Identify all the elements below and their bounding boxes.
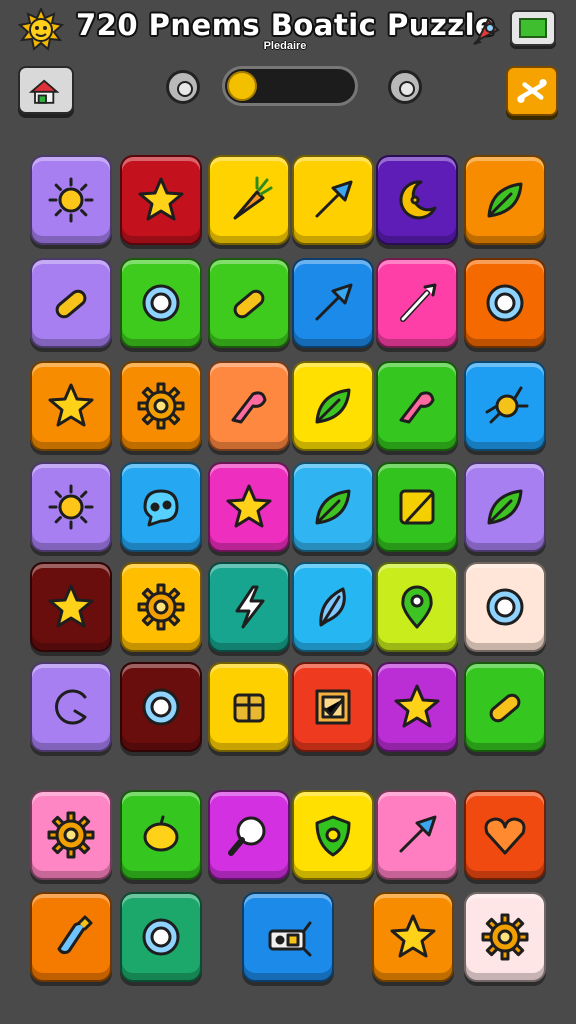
tile-magnifier[interactable] <box>208 790 290 880</box>
ring-icon <box>486 588 524 626</box>
tile-hook[interactable] <box>208 361 290 451</box>
star-icon <box>138 177 184 221</box>
star-icon <box>48 383 94 427</box>
bolt-icon <box>235 585 265 629</box>
tile-leaf[interactable] <box>292 361 374 451</box>
tile-sun[interactable] <box>30 462 112 552</box>
ring-icon <box>486 284 524 322</box>
tile-ring[interactable] <box>120 258 202 348</box>
lemon-icon <box>143 815 179 852</box>
swirl-icon <box>55 689 87 725</box>
magnifier-icon <box>228 816 266 856</box>
gear-icon <box>137 583 185 631</box>
tile-leaf[interactable] <box>464 462 546 552</box>
tile-bottle[interactable] <box>30 892 112 982</box>
hook-icon <box>231 391 267 424</box>
tile-leaf[interactable] <box>464 155 546 245</box>
tile-leaf[interactable] <box>292 462 374 552</box>
bug-icon <box>485 386 529 424</box>
box-icon <box>233 693 265 723</box>
tile-gear[interactable] <box>30 790 112 880</box>
gear-icon <box>137 382 185 430</box>
tile-arrow[interactable] <box>292 155 374 245</box>
tile-box[interactable] <box>208 662 290 752</box>
tile-hook[interactable] <box>376 361 458 451</box>
leaf-icon <box>487 182 523 218</box>
tile-star[interactable] <box>208 462 290 552</box>
leaf-icon <box>315 388 351 424</box>
tile-ring[interactable] <box>464 562 546 652</box>
tile-gear[interactable] <box>120 562 202 652</box>
carrot-icon <box>233 176 273 220</box>
bottle-icon <box>57 915 93 955</box>
tile-moon[interactable] <box>376 155 458 245</box>
tile-arrow[interactable] <box>292 258 374 348</box>
star-icon <box>226 484 272 528</box>
tile-bubble[interactable] <box>120 462 202 552</box>
tile-machine[interactable] <box>242 892 334 982</box>
tile-shield[interactable] <box>292 790 374 880</box>
tile-pill[interactable] <box>30 258 112 348</box>
leaf-icon <box>487 489 523 525</box>
pin-icon <box>401 585 433 629</box>
pill-icon <box>233 289 265 319</box>
arrow-icon <box>315 283 353 321</box>
tile-pill[interactable] <box>464 662 546 752</box>
ring-icon <box>142 918 180 956</box>
leaf-icon <box>315 489 351 525</box>
gear-icon <box>481 913 529 961</box>
gear-icon <box>47 811 95 859</box>
hook-icon <box>399 391 435 424</box>
star-icon <box>48 584 94 628</box>
ring-icon <box>142 688 180 726</box>
heart-icon <box>484 817 526 855</box>
moon-icon <box>399 180 437 220</box>
tile-square[interactable] <box>376 462 458 552</box>
sun-icon <box>48 484 94 530</box>
tile-star[interactable] <box>30 361 112 451</box>
tile-ring[interactable] <box>464 258 546 348</box>
machine-icon <box>268 921 312 957</box>
tile-ring[interactable] <box>120 892 202 982</box>
tile-wand[interactable] <box>376 258 458 348</box>
tile-arrow[interactable] <box>376 790 458 880</box>
tile-ring[interactable] <box>120 662 202 752</box>
square-icon <box>399 489 435 525</box>
tile-star[interactable] <box>372 892 454 982</box>
tile-swirl[interactable] <box>30 662 112 752</box>
tile-gear[interactable] <box>464 892 546 982</box>
tile-board <box>0 0 576 1024</box>
tile-heart[interactable] <box>464 790 546 880</box>
sun-icon <box>48 177 94 223</box>
wand-icon <box>400 283 437 322</box>
arrow-icon <box>399 815 437 853</box>
star-icon <box>390 914 436 958</box>
tile-frame[interactable] <box>292 662 374 752</box>
tile-bolt[interactable] <box>208 562 290 652</box>
tile-star[interactable] <box>376 662 458 752</box>
bubble-icon <box>143 489 179 527</box>
pill-icon <box>489 693 521 723</box>
tile-star[interactable] <box>120 155 202 245</box>
tile-star[interactable] <box>30 562 112 652</box>
arrow-icon <box>315 180 353 218</box>
shield-icon <box>315 815 351 857</box>
tile-lemon[interactable] <box>120 790 202 880</box>
feather-icon <box>319 587 346 627</box>
pill-icon <box>55 289 87 319</box>
ring-icon <box>142 284 180 322</box>
tile-pin[interactable] <box>376 562 458 652</box>
tile-feather[interactable] <box>292 562 374 652</box>
tile-gear[interactable] <box>120 361 202 451</box>
tile-sun[interactable] <box>30 155 112 245</box>
tile-bug[interactable] <box>464 361 546 451</box>
star-icon <box>394 684 440 728</box>
tile-pill[interactable] <box>208 258 290 348</box>
frame-icon <box>315 689 351 725</box>
tile-carrot[interactable] <box>208 155 290 245</box>
